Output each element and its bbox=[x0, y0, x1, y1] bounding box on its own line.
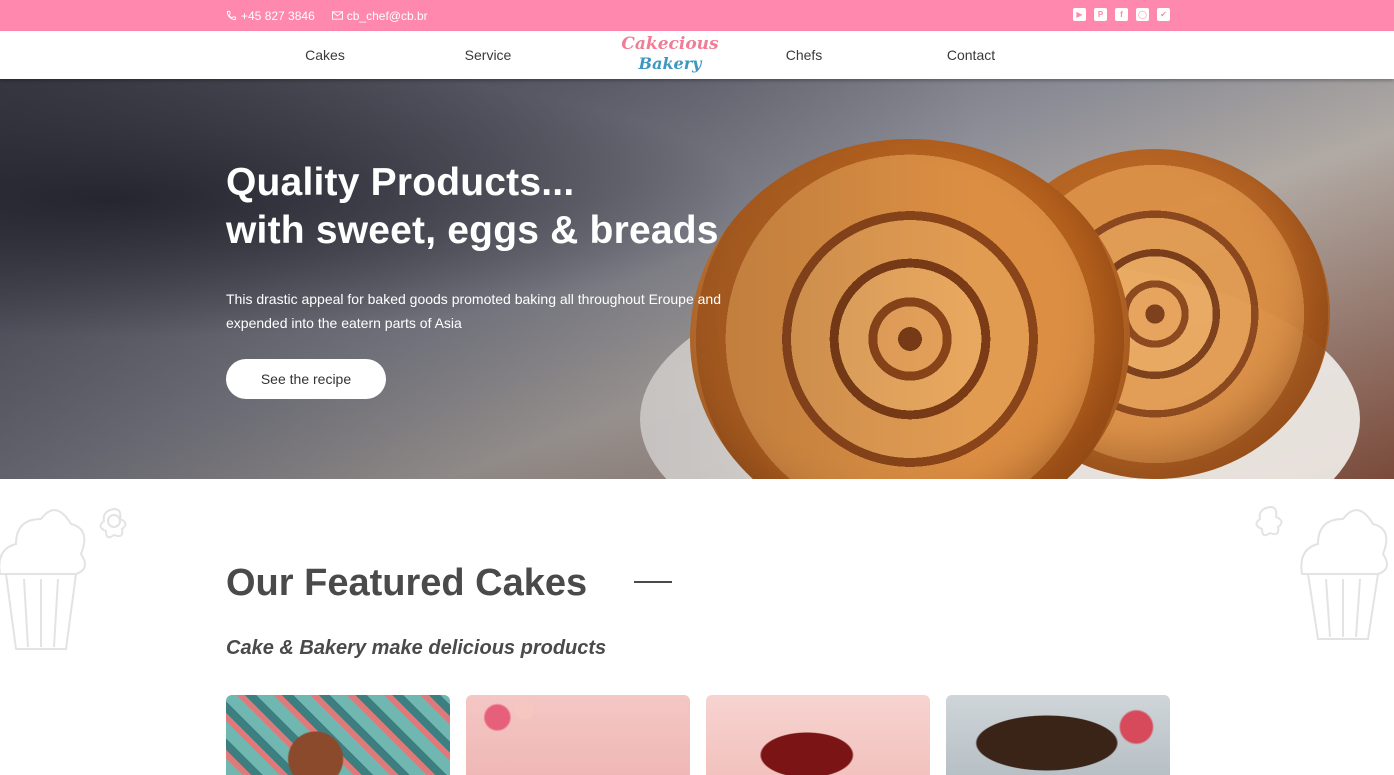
cupcake-decoration-icon bbox=[1255, 505, 1388, 640]
hero-overlay bbox=[0, 79, 1394, 479]
hero-description: This drastic appeal for baked goods prom… bbox=[226, 291, 721, 331]
hero-title: Quality Products... with sweet, eggs & b… bbox=[226, 159, 826, 255]
mail-icon bbox=[331, 11, 343, 20]
hero-title-line2: with sweet, eggs & breads bbox=[226, 209, 719, 252]
hero-banner: Quality Products... with sweet, eggs & b… bbox=[0, 79, 1394, 479]
email-address: cb_chef@cb.br bbox=[346, 8, 428, 23]
social-links: ▶ P f ◯ ✔ bbox=[1073, 8, 1170, 21]
youtube-icon[interactable]: ▶ bbox=[1073, 8, 1086, 21]
email-link[interactable]: cb_chef@cb.br bbox=[331, 8, 428, 23]
logo-line1: Cakecious bbox=[621, 34, 719, 54]
phone-icon bbox=[226, 10, 237, 21]
top-bar: +45 827 3846 cb_chef@cb.br ▶ P f ◯ ✔ bbox=[0, 0, 1394, 31]
featured-section: Our Featured Cakes Cake & Bakery make de… bbox=[0, 479, 1394, 775]
see-recipe-button[interactable]: See the recipe bbox=[226, 359, 386, 399]
cake-card-2[interactable] bbox=[466, 695, 690, 775]
nav-item-service[interactable]: Service bbox=[465, 31, 512, 79]
facebook-icon[interactable]: f bbox=[1115, 8, 1128, 21]
nav-item-chefs[interactable]: Chefs bbox=[786, 31, 823, 79]
phone-link[interactable]: +45 827 3846 bbox=[226, 9, 315, 23]
cake-card-4[interactable] bbox=[946, 695, 1170, 775]
cake-card-1[interactable] bbox=[226, 695, 450, 775]
title-rule bbox=[634, 581, 672, 583]
cupcake-decoration-icon bbox=[0, 507, 127, 650]
instagram-icon[interactable]: ◯ bbox=[1136, 8, 1149, 21]
main-navigation: Cakes Service Cakecious Bakery Chefs Con… bbox=[0, 31, 1394, 79]
cake-card-3[interactable] bbox=[706, 695, 930, 775]
logo[interactable]: Cakecious Bakery bbox=[621, 34, 718, 74]
logo-line2: Bakery bbox=[638, 54, 702, 73]
featured-subtitle: Cake & Bakery make delicious products bbox=[226, 637, 607, 659]
contact-info: +45 827 3846 cb_chef@cb.br bbox=[226, 0, 428, 31]
nav-item-contact[interactable]: Contact bbox=[947, 31, 995, 79]
featured-title: Our Featured Cakes bbox=[226, 562, 588, 604]
nav-item-cakes[interactable]: Cakes bbox=[305, 31, 345, 79]
twitter-icon[interactable]: ✔ bbox=[1157, 8, 1170, 21]
pinterest-icon[interactable]: P bbox=[1094, 8, 1107, 21]
phone-number: +45 827 3846 bbox=[241, 8, 315, 23]
hero-title-line1: Quality Products... bbox=[226, 161, 575, 204]
